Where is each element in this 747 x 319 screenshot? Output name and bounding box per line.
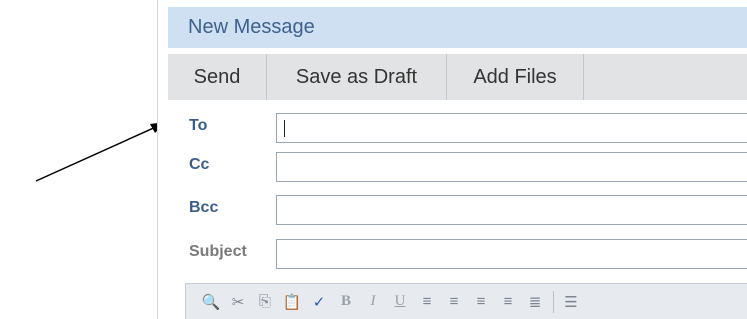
align-left-icon[interactable]: ≡ [414, 291, 440, 313]
compose-toolbar: Send Save as Draft Add Files [168, 54, 747, 100]
spellcheck-icon[interactable]: ✓ [306, 291, 332, 313]
to-field[interactable] [276, 113, 747, 143]
underline-icon[interactable]: U [387, 291, 413, 313]
window-title: New Message [188, 16, 315, 38]
pointer-arrow-icon [35, 122, 166, 182]
subject-field[interactable] [276, 239, 747, 269]
save-draft-button[interactable]: Save as Draft [267, 54, 447, 100]
align-center-icon[interactable]: ≡ [441, 291, 467, 313]
list-icon[interactable]: ☰ [558, 291, 584, 313]
send-button[interactable]: Send [168, 54, 267, 100]
bcc-label: Bcc [189, 199, 219, 216]
cc-field[interactable] [276, 152, 747, 182]
toolbar-separator [553, 290, 554, 313]
italic-icon[interactable]: I [360, 291, 386, 313]
subject-row: Subject [168, 237, 747, 269]
cc-label: Cc [189, 156, 210, 173]
cc-row: Cc [168, 150, 747, 182]
editor-toolbar: 🔍 ✂ ⎘ 📋 ✓ B I U ≡ ≡ ≡ ≡ ≣ ☰ [185, 283, 747, 319]
bcc-row: Bcc [168, 193, 747, 225]
paste-icon[interactable]: 📋 [279, 291, 305, 313]
justify-full-icon[interactable]: ≣ [522, 291, 548, 313]
text-cursor [284, 120, 285, 137]
bcc-field[interactable] [276, 195, 747, 225]
cut-icon[interactable]: ✂ [225, 291, 251, 313]
to-label: To [189, 117, 208, 134]
align-right-icon[interactable]: ≡ [468, 291, 494, 313]
copy-icon[interactable]: ⎘ [252, 291, 278, 313]
find-icon[interactable]: 🔍 [198, 291, 224, 313]
add-files-button[interactable]: Add Files [447, 54, 584, 100]
bold-icon[interactable]: B [333, 291, 359, 313]
justify-icon[interactable]: ≡ [495, 291, 521, 313]
compose-window: New Message Send Save as Draft Add Files… [157, 0, 747, 319]
subject-label: Subject [189, 243, 247, 260]
to-row: To [168, 111, 747, 143]
window-titlebar: New Message [168, 7, 747, 48]
